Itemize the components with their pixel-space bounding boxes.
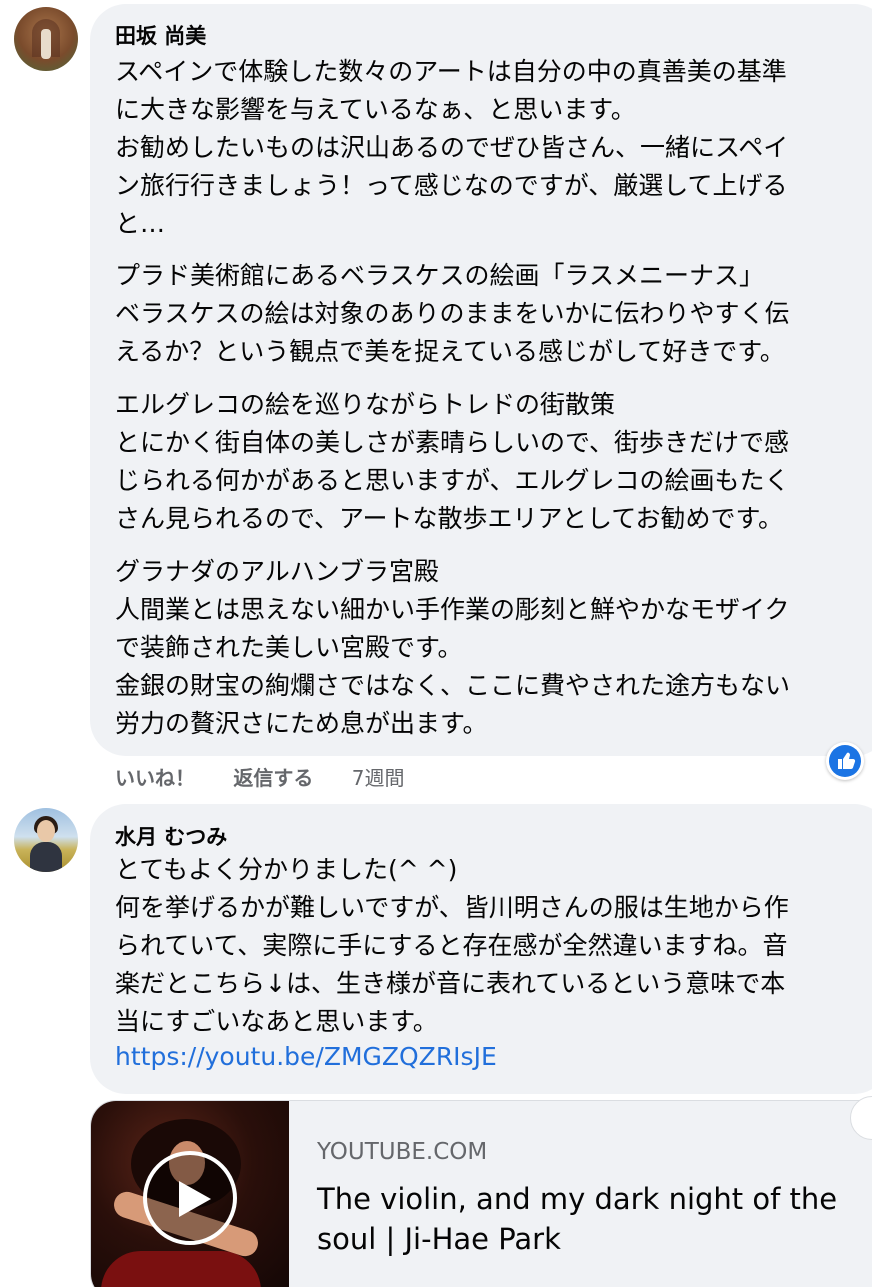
comment-author[interactable]: 水月 むつみ bbox=[115, 821, 227, 851]
comment-line: で装飾された美しい宮殿です。 bbox=[115, 633, 463, 662]
timestamp[interactable]: 7週間 bbox=[352, 762, 405, 791]
comment-line: じられる何かがあると思いますが、エルグレコの絵画もたく bbox=[115, 466, 790, 495]
video-thumbnail[interactable] bbox=[91, 1101, 289, 1287]
comment-line: に大きな影響を与えているなぁ、と思います。 bbox=[115, 95, 636, 124]
comment-text: スペインで体験した数々のアートは自分の中の真善美の基準 に大きな影響を与えている… bbox=[115, 53, 872, 243]
comment-line: 人間業とは思えない細かい手作業の彫刻と鮮やかなモザイク bbox=[115, 595, 790, 624]
comment-author[interactable]: 田坂 尚美 bbox=[115, 20, 206, 50]
comment-line: と… bbox=[115, 209, 166, 238]
comment-text: とてもよく分かりました(^ ^) 何を挙げるかが難しいですが、皆川明さんの服は生… bbox=[115, 851, 872, 1041]
reply-link[interactable]: 返信する bbox=[233, 762, 313, 791]
link-title-line: soul | Ji-Hae Park bbox=[317, 1222, 561, 1256]
comment-line: えるか？という観点で美を捉えている感じがして好きです。 bbox=[115, 337, 785, 366]
comment-line: とてもよく分かりました(^ ^) bbox=[115, 855, 458, 884]
avatar-photo-face bbox=[37, 820, 55, 842]
comment-paragraph: エルグレコの絵を巡りながらトレドの街散策 とにかく街自体の美しさが素晴らしいので… bbox=[115, 386, 872, 538]
link-title[interactable]: The violin, and my dark night of the sou… bbox=[317, 1179, 872, 1259]
comment-line: ベラスケスの絵は対象のありのままをいかに伝わりやすく伝 bbox=[115, 299, 790, 328]
avatar[interactable] bbox=[14, 808, 78, 872]
comment-line: 当にすごいなあと思います。 bbox=[115, 1007, 438, 1036]
avatar[interactable] bbox=[14, 7, 78, 71]
link-preview-card[interactable]: YOUTUBE.COM The violin, and my dark nigh… bbox=[90, 1100, 872, 1287]
like-link[interactable]: いいね！ bbox=[115, 762, 195, 791]
thumbs-up-icon bbox=[829, 745, 861, 777]
comment-line: エルグレコの絵を巡りながらトレドの街散策 bbox=[115, 390, 616, 419]
comment-line: さん見られるので、アートな散歩エリアとしてお勧めです。 bbox=[115, 504, 784, 533]
comment-line: スペインで体験した数々のアートは自分の中の真善美の基準 bbox=[115, 57, 787, 86]
link-domain: YOUTUBE.COM bbox=[317, 1139, 488, 1165]
comment-line: られていて、実際に手にすると存在感が全然違いますね。音 bbox=[115, 931, 788, 960]
comment-link[interactable]: https://youtu.be/ZMGZQZRIsJE bbox=[115, 1042, 497, 1071]
avatar-photo-figure bbox=[41, 29, 51, 59]
thumbnail-dress bbox=[101, 1251, 261, 1287]
comment-actions: いいね！ 返信する 7週間 bbox=[115, 762, 436, 791]
avatar-photo-body bbox=[30, 842, 62, 872]
comment-line: プラド美術館にあるベラスケスの絵画「ラスメニーナス」 bbox=[115, 261, 765, 290]
comment-line: お勧めしたいものは沢山あるのでぜひ皆さん、一緒にスペイ bbox=[115, 133, 789, 162]
reaction-badge[interactable] bbox=[826, 742, 864, 780]
comment-line: 労力の贅沢さにため息が出ます。 bbox=[115, 709, 488, 738]
comment-paragraph: グラナダのアルハンブラ宮殿 人間業とは思えない細かい手作業の彫刻と鮮やかなモザイ… bbox=[115, 553, 872, 743]
comment-line: ン旅行行きましょう！って感じなのですが、厳選して上げる bbox=[115, 171, 788, 200]
comment-line: 楽だとこちら↓は、生き様が音に表れているという意味で本 bbox=[115, 969, 786, 998]
comment-line: グラナダのアルハンブラ宮殿 bbox=[115, 557, 440, 586]
play-icon[interactable] bbox=[143, 1151, 237, 1245]
comment-paragraph: プラド美術館にあるベラスケスの絵画「ラスメニーナス」 ベラスケスの絵は対象のあり… bbox=[115, 257, 872, 371]
comment-line: とにかく街自体の美しさが素晴らしいので、街歩きだけで感 bbox=[115, 428, 790, 457]
comment-line: 何を挙げるかが難しいですが、皆川明さんの服は生地から作 bbox=[115, 893, 789, 922]
comment-line: 金銀の財宝の絢爛さではなく、ここに費やされた途方もない bbox=[115, 671, 791, 700]
link-title-line: The violin, and my dark night of the bbox=[317, 1182, 838, 1216]
